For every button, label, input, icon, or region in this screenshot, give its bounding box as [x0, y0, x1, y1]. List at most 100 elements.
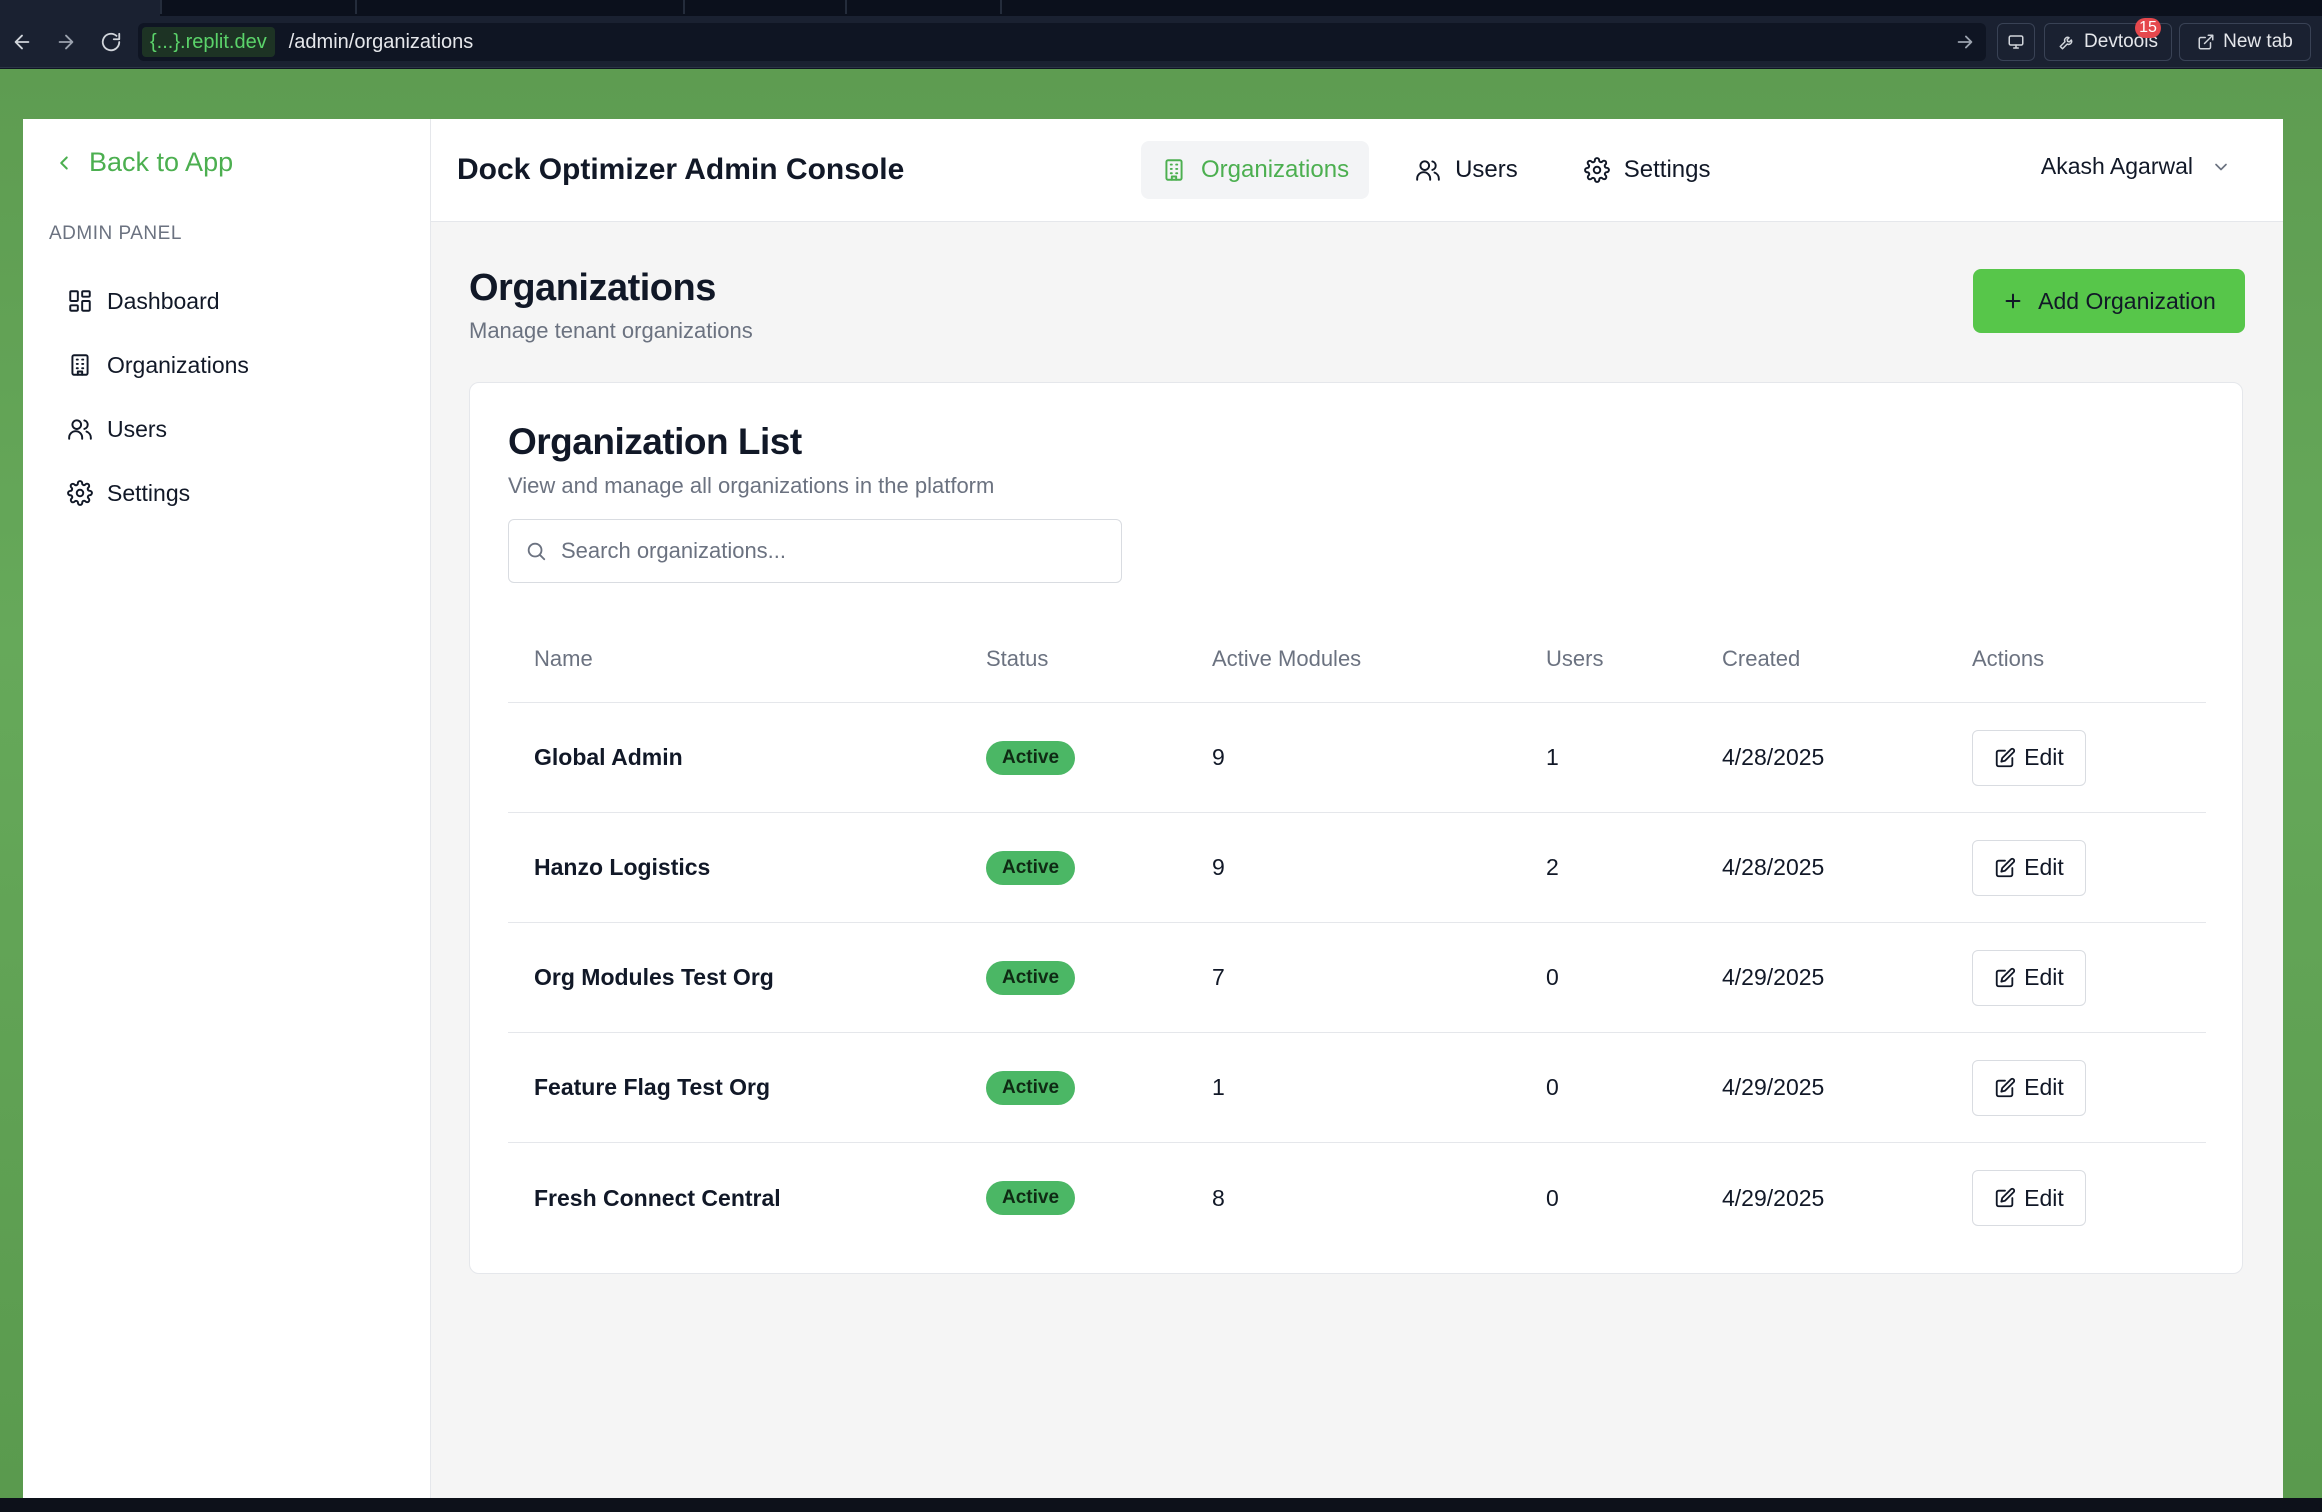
main-content: Dock Optimizer Admin Console Organizatio… [431, 119, 2283, 1498]
column-header-status[interactable]: Status [986, 615, 1048, 702]
active-modules-count: 8 [1212, 1184, 1225, 1211]
users-icon [68, 419, 92, 440]
tab-organizations[interactable]: Organizations [1141, 141, 1370, 199]
created-date: 4/29/2025 [1722, 1074, 1825, 1100]
edit-label: Edit [2024, 744, 2064, 770]
actions-cell: Edit [1972, 703, 2086, 812]
building-icon [71, 354, 89, 376]
status-badge: Active [986, 1070, 1076, 1105]
bottom-strip [0, 1498, 2322, 1512]
edit-label: Edit [2024, 964, 2064, 990]
table-row[interactable]: Fresh Connect Central Active 8 0 4/29/20… [508, 1143, 2206, 1253]
browser-tab[interactable] [0, 0, 160, 16]
back-arrow-icon[interactable] [4, 24, 40, 60]
sidebar-item-organizations[interactable]: Organizations [67, 333, 249, 397]
tab-settings[interactable]: Settings [1564, 141, 1731, 199]
table-row[interactable]: Hanzo Logistics Active 9 2 4/28/2025 Edi… [508, 813, 2206, 923]
status-cell: Active [986, 703, 1076, 812]
active-modules-count: 1 [1212, 1074, 1225, 1100]
edit-label: Edit [2024, 1074, 2064, 1100]
page-header: Organizations Manage tenant organization… [469, 267, 753, 344]
back-to-app-label: Back to App [89, 147, 234, 177]
tab-label: Users [1455, 156, 1518, 183]
edit-icon [1996, 1187, 2016, 1208]
page-title: Organizations [469, 267, 716, 309]
column-header-created[interactable]: Created [1722, 615, 1800, 702]
users-count: 1 [1546, 744, 1559, 770]
edit-button[interactable]: Edit [1972, 1170, 2086, 1226]
gear-icon [67, 480, 93, 506]
table-row[interactable]: Feature Flag Test Org Active 1 0 4/29/20… [508, 1033, 2206, 1143]
sidebar-nav: Dashboard Organizations Users Settings [67, 269, 249, 525]
table-row[interactable]: Global Admin Active 9 1 4/28/2025 Edit [508, 703, 2206, 813]
edit-icon [1996, 857, 2016, 877]
actions-cell: Edit [1972, 813, 2086, 922]
tab-label: Organizations [1201, 156, 1350, 183]
url-path: /admin/organizations [288, 30, 474, 53]
sidebar-item-dashboard[interactable]: Dashboard [67, 269, 249, 333]
user-menu[interactable]: Akash Agarwal [2041, 153, 2231, 180]
created-date: 4/28/2025 [1722, 854, 1825, 880]
org-name: Hanzo Logistics [534, 854, 711, 880]
users-icon [1416, 160, 1440, 181]
org-name: Fresh Connect Central [534, 1184, 781, 1211]
created-date: 4/29/2025 [1722, 1184, 1825, 1211]
org-name: Feature Flag Test Org [534, 1074, 771, 1100]
edit-button[interactable]: Edit [1972, 1059, 2086, 1116]
actions-cell: Edit [1972, 1143, 2086, 1253]
forward-arrow-icon[interactable] [48, 24, 84, 60]
table-header: Name Status Active Modules Users Created… [508, 615, 2206, 703]
column-header-users[interactable]: Users [1546, 615, 1603, 702]
new-tab-label: New tab [2223, 31, 2293, 52]
sidebar-item-settings[interactable]: Settings [67, 461, 249, 525]
users-count: 0 [1546, 1184, 1559, 1211]
browser-toolbar: {...}.replit.dev /admin/organizations De… [0, 16, 2322, 68]
tab-users[interactable]: Users [1395, 141, 1538, 199]
sidebar-item-users[interactable]: Users [67, 397, 249, 461]
building-icon [1165, 159, 1183, 181]
devtools-button[interactable]: Devtools 15 [2044, 18, 2172, 61]
external-link-icon [2198, 34, 2214, 50]
tab-divider [1000, 0, 1002, 14]
edit-button[interactable]: Edit [1972, 949, 2086, 1006]
status-badge: Active [986, 850, 1076, 885]
edit-button[interactable]: Edit [1972, 729, 2086, 786]
admin-panel-heading: ADMIN PANEL [49, 223, 182, 244]
reload-icon[interactable] [93, 24, 129, 60]
dashboard-icon [69, 290, 91, 312]
sidebar-item-label: Users [107, 415, 168, 442]
column-header-name[interactable]: Name [534, 615, 593, 702]
edit-label: Edit [2024, 1184, 2064, 1211]
back-to-app-link[interactable]: Back to App [53, 147, 233, 178]
edit-button[interactable]: Edit [1972, 839, 2086, 896]
new-tab-button[interactable]: New tab [2179, 23, 2311, 61]
edit-icon [1996, 747, 2016, 767]
status-cell: Active [986, 813, 1076, 922]
column-header-active-modules[interactable]: Active Modules [1212, 615, 1361, 702]
add-organization-label: Add Organization [2038, 287, 2216, 314]
active-modules-count: 7 [1212, 964, 1225, 990]
add-organization-button[interactable]: Add Organization [1973, 269, 2245, 333]
org-name: Global Admin [534, 744, 683, 770]
users-count: 2 [1546, 854, 1559, 880]
tab-divider [355, 0, 357, 14]
organizations-table: Name Status Active Modules Users Created… [508, 615, 2206, 1253]
actions-cell: Edit [1972, 1033, 2086, 1142]
go-arrow-icon[interactable] [1954, 31, 1976, 53]
created-date: 4/29/2025 [1722, 964, 1825, 990]
address-bar[interactable]: {...}.replit.dev /admin/organizations [138, 23, 1986, 61]
plus-icon [2005, 293, 2021, 309]
browser-tab-strip [0, 0, 2322, 16]
url-host: {...}.replit.dev [142, 27, 275, 57]
edit-icon [1996, 967, 2016, 987]
card-subtitle: View and manage all organizations in the… [508, 473, 995, 498]
search-input[interactable] [561, 538, 1101, 564]
edit-label: Edit [2024, 854, 2064, 880]
column-header-actions: Actions [1972, 645, 2045, 671]
org-name: Org Modules Test Org [534, 964, 774, 990]
devices-button[interactable] [1997, 23, 2035, 61]
search-box [508, 519, 1122, 583]
table-row[interactable]: Org Modules Test Org Active 7 0 4/29/202… [508, 923, 2206, 1033]
sidebar: Back to App ADMIN PANEL Dashboard Organi… [23, 119, 431, 1498]
edit-icon [1996, 1077, 2016, 1097]
